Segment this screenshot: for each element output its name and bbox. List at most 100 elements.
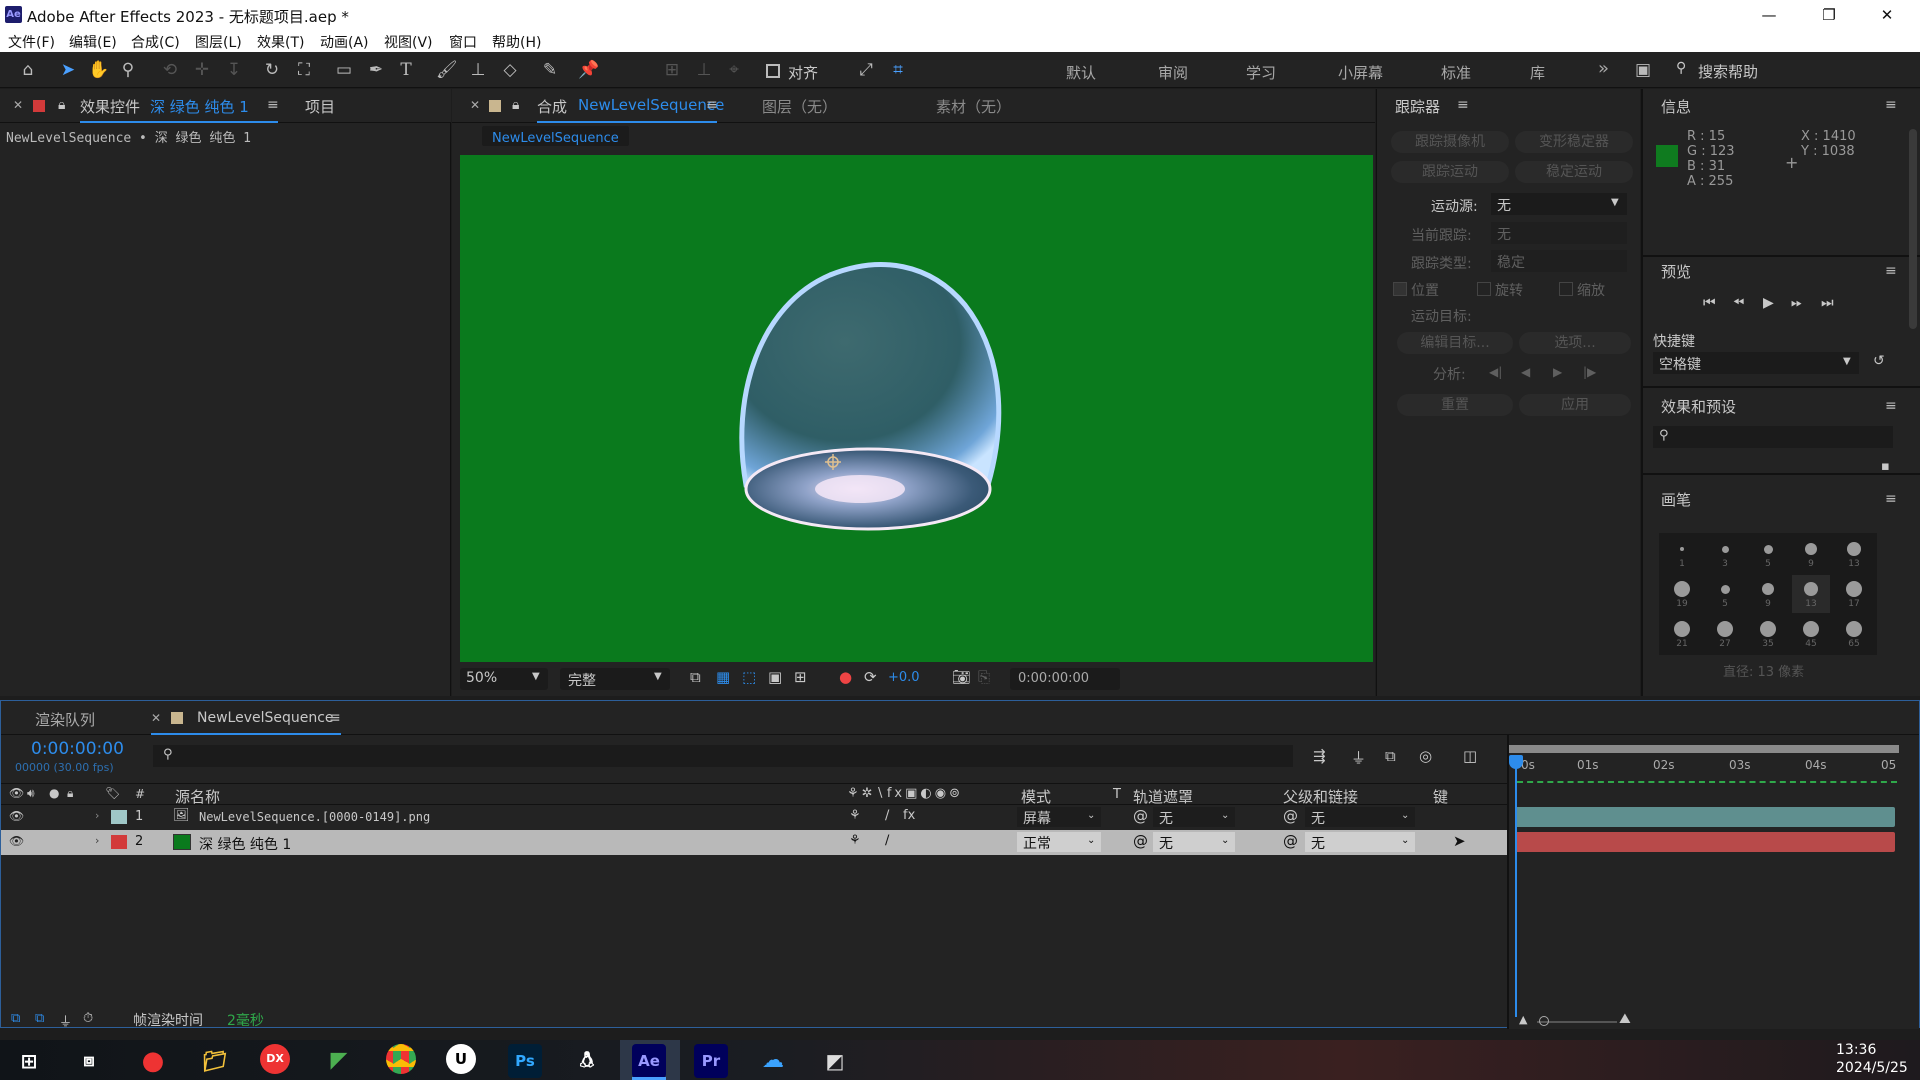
brush-tip[interactable]: 9 — [1792, 535, 1830, 573]
zoom-in-icon[interactable]: ⛰ — [1619, 1011, 1631, 1027]
timeline-search-input[interactable]: ⚲ — [153, 745, 1293, 767]
solo-column-icon[interactable]: ● — [49, 786, 59, 800]
timeline-graph-area[interactable]: 0s 01s 02s 03s 04s 05 ▲ ⛰ — [1507, 735, 1919, 1029]
close-tab-icon[interactable]: ✕ — [13, 98, 23, 112]
shy-layers-icon[interactable]: ⧉ — [1385, 747, 1396, 765]
comp-panel-menu-icon[interactable]: ≡ — [706, 97, 718, 113]
exposure-value[interactable]: +0.0 — [888, 670, 920, 685]
render-time-toggle-icon[interactable]: ⏱ — [83, 1011, 93, 1026]
pan-behind-icon[interactable]: ⛶ — [294, 60, 314, 80]
layer-label-swatch[interactable] — [111, 810, 127, 824]
close-comp-tab-icon[interactable]: ✕ — [470, 98, 480, 112]
scale-checkbox[interactable] — [1559, 282, 1573, 296]
mode-column-header[interactable]: 模式 — [1021, 786, 1051, 807]
edit-target-button[interactable]: 编辑目标... — [1397, 332, 1513, 354]
visibility-eye-icon[interactable]: 👁︎ — [9, 834, 24, 848]
help-search-box[interactable]: ⚲ 搜索帮助 — [1670, 58, 1916, 82]
source-name-column-header[interactable]: 源名称 — [175, 786, 220, 807]
right-scrollbar[interactable] — [1909, 129, 1917, 329]
menu-animation[interactable]: 动画(A) — [320, 32, 369, 52]
preview-menu-icon[interactable]: ≡ — [1885, 263, 1897, 279]
track-motion-button[interactable]: 跟踪运动 — [1391, 161, 1509, 183]
workspace-default[interactable]: 默认 — [1066, 62, 1096, 83]
quality-switch-icon[interactable]: ∕ — [885, 808, 889, 823]
brush-menu-icon[interactable]: ≡ — [1885, 491, 1897, 507]
stabilize-motion-button[interactable]: 稳定运动 — [1515, 161, 1633, 183]
workspace-library[interactable]: 库 — [1530, 62, 1545, 83]
after-effects-icon[interactable]: Ae — [632, 1044, 666, 1078]
timeline-comp-tab[interactable]: NewLevelSequence — [197, 710, 334, 726]
track-camera-button[interactable]: 跟踪摄像机 — [1391, 131, 1509, 153]
maximize-button[interactable]: ❐ — [1806, 2, 1852, 28]
effects-menu-icon[interactable]: ≡ — [1885, 398, 1897, 414]
lock-column-icon[interactable]: 🔒︎ — [67, 786, 73, 801]
brush-tip[interactable]: 35 — [1749, 615, 1787, 653]
unreal-engine-icon[interactable]: U — [446, 1044, 476, 1074]
workspace-more-button[interactable]: » — [1598, 58, 1609, 79]
tracker-tab[interactable]: 跟踪器 — [1395, 96, 1440, 117]
analyze-forward-icon[interactable]: ▶ — [1553, 365, 1562, 379]
puppet-pin-icon[interactable]: 📌 — [578, 60, 599, 80]
position-checkbox[interactable] — [1393, 282, 1407, 296]
premiere-pro-icon[interactable]: Pr — [694, 1044, 728, 1078]
options-button[interactable]: 选项... — [1519, 332, 1631, 354]
apply-button[interactable]: 应用 — [1519, 394, 1631, 416]
hand-tool-icon[interactable]: ✋ — [88, 60, 109, 80]
layer-name[interactable]: 深 绿色 纯色 1 — [199, 834, 291, 854]
track-matte-pickwhip-icon[interactable]: @ — [1133, 807, 1148, 825]
zoom-out-icon[interactable]: ▲ — [1519, 1013, 1527, 1026]
composition-tab-name[interactable]: NewLevelSequence — [578, 96, 724, 114]
shortcut-dropdown[interactable]: 空格键 ▼ — [1653, 352, 1859, 374]
quality-switch-icon[interactable]: ∕ — [885, 833, 889, 848]
chevron-right-icon[interactable]: › — [95, 834, 99, 847]
reset-exposure-icon[interactable]: ⟳ — [864, 668, 877, 686]
help-search-input[interactable]: 搜索帮助 — [1698, 61, 1758, 82]
composition-tab-label[interactable]: 合成 — [537, 96, 567, 117]
task-view-icon[interactable]: ⧈ — [72, 1044, 106, 1078]
menu-file[interactable]: 文件(F) — [8, 32, 55, 52]
effects-switch-icon[interactable]: fx — [903, 808, 915, 823]
snapshot-icon[interactable]: 📷︎ — [952, 668, 971, 686]
menu-edit[interactable]: 编辑(E) — [69, 32, 117, 52]
snapping-checkbox[interactable] — [766, 64, 780, 78]
track-matte-dropdown[interactable]: 无 ⌄ — [1153, 807, 1235, 827]
tool-app-icon[interactable]: ◩ — [818, 1044, 852, 1078]
brush-tool-icon[interactable]: 🖌 — [436, 60, 458, 80]
home-icon[interactable]: ⌂ — [18, 60, 38, 80]
track-type-dropdown[interactable]: 稳定 — [1491, 250, 1627, 272]
minimize-button[interactable]: — — [1746, 2, 1792, 28]
audio-column-icon[interactable]: 🔊︎ — [27, 786, 35, 801]
footage-viewer-tab[interactable]: 素材（无） — [936, 96, 1011, 117]
new-preset-icon[interactable]: ▪ — [1881, 459, 1890, 474]
workspace-learn[interactable]: 学习 — [1246, 62, 1276, 83]
analyze-back-all-icon[interactable]: ◀| — [1489, 365, 1502, 379]
pen-tool-icon[interactable]: ✒ — [366, 60, 386, 80]
screen-recorder-icon[interactable]: ● — [136, 1044, 170, 1078]
prev-frame-icon[interactable]: ⏪︎ — [1733, 295, 1744, 311]
brush-tip[interactable]: 13 — [1792, 575, 1830, 613]
transparency-grid-icon[interactable]: ▦ — [716, 668, 730, 686]
comp-breadcrumb-button[interactable]: NewLevelSequence — [482, 126, 629, 146]
green-app-icon[interactable]: ◤ — [322, 1044, 356, 1078]
clone-stamp-icon[interactable]: ⊥ — [468, 60, 488, 80]
workspace-standard[interactable]: 标准 — [1441, 62, 1471, 83]
snap-edge-icon[interactable]: ⤢ — [856, 60, 876, 80]
grid-guides-icon[interactable]: ⊞ — [794, 668, 807, 686]
dolly-camera-icon[interactable]: ↧ — [224, 60, 244, 80]
parent-pickwhip-icon[interactable]: @ — [1283, 832, 1298, 850]
clock-date[interactable]: 2024/5/25 — [1836, 1060, 1908, 1076]
info-menu-icon[interactable]: ≡ — [1885, 97, 1897, 113]
label-column-icon[interactable]: 🏷︎ — [105, 786, 120, 800]
brush-tip[interactable]: 17 — [1835, 575, 1873, 613]
view-axis-icon[interactable]: ⌖ — [724, 60, 744, 80]
channels-icon[interactable]: ● — [839, 668, 852, 686]
layer-duration-bar[interactable] — [1515, 832, 1895, 852]
fast-preview-icon[interactable]: ⧉ — [690, 668, 701, 686]
close-button[interactable]: ✕ — [1864, 2, 1910, 28]
resolution-dropdown[interactable]: 完整 ▼ — [560, 668, 670, 690]
menu-composition[interactable]: 合成(C) — [131, 32, 180, 52]
reset-shortcut-icon[interactable]: ↺ — [1873, 353, 1885, 369]
graph-editor-icon[interactable]: ◫ — [1463, 747, 1477, 765]
rotation-checkbox[interactable] — [1477, 282, 1491, 296]
time-ruler[interactable]: 0s 01s 02s 03s 04s 05 — [1509, 755, 1909, 779]
